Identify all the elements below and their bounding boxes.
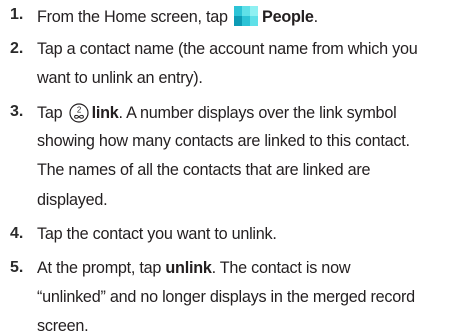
step-number: 1. [10,6,24,23]
step-line: Tap a contact name (the account name fro… [37,40,418,58]
link-icon: 2 [69,103,89,123]
step-line: Tap 2 link. A number displays over the l… [37,103,397,123]
step-line: The names of all the contacts that are l… [37,161,371,179]
people-label: People [262,8,314,26]
step-line: Tap the contact you want to unlink. [37,225,277,243]
step-line: displayed. [37,191,108,209]
step-number: 4. [10,225,24,242]
link-label: link [91,104,119,122]
step-number: 3. [10,103,24,120]
step-number: 2. [10,40,24,57]
step-line: “unlinked” and no longer displays in the… [37,288,415,306]
step-line: screen. [37,317,89,335]
link-count: 2 [77,106,82,115]
step-number: 5. [10,259,24,276]
step-line: At the prompt, tap unlink. The contact i… [37,259,351,277]
unlink-label: unlink [165,259,212,277]
step-line: From the Home screen, tap People. [37,6,318,26]
step-line: showing how many contacts are linked to … [37,132,410,150]
people-app-icon [234,6,259,26]
step-line: want to unlink an entry). [37,69,203,87]
